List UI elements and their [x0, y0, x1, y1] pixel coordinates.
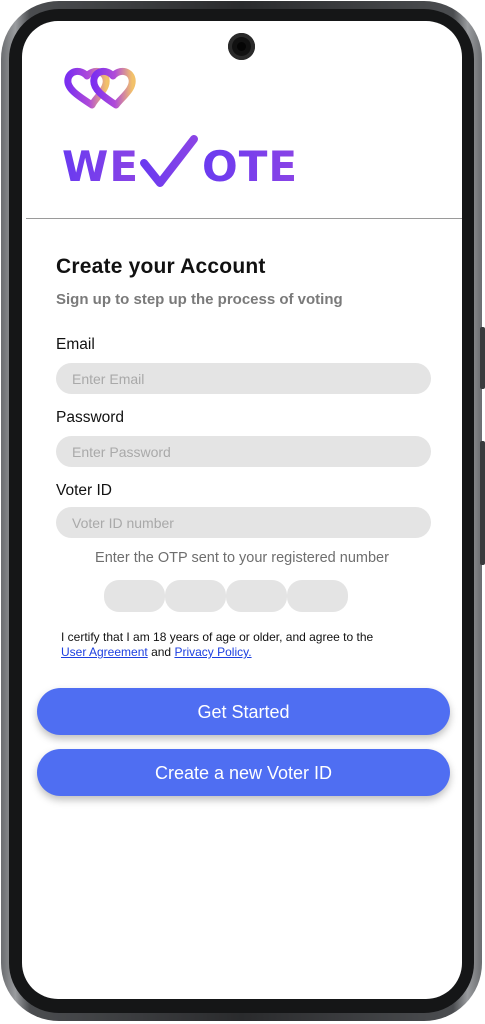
- otp-prompt: Enter the OTP sent to your registered nu…: [95, 550, 389, 566]
- otp-digit-4[interactable]: [287, 580, 348, 612]
- svg-text:WE: WE: [62, 142, 139, 189]
- brand-wordmark: WE OTE: [62, 133, 367, 194]
- password-field[interactable]: [56, 436, 431, 467]
- consent-statement: I certify that I am 18 years of age or o…: [61, 630, 374, 644]
- voter-id-field[interactable]: [56, 507, 431, 538]
- user-agreement-link[interactable]: User Agreement: [61, 645, 148, 659]
- power-button: [480, 441, 485, 565]
- svg-text:OTE: OTE: [202, 142, 298, 189]
- get-started-button[interactable]: Get Started: [37, 688, 450, 735]
- consent-text: I certify that I am 18 years of age or o…: [61, 630, 441, 660]
- voter-id-label: Voter ID: [56, 482, 112, 499]
- email-field[interactable]: [56, 363, 431, 394]
- otp-digit-2[interactable]: [165, 580, 226, 612]
- front-camera: [228, 33, 255, 60]
- header-divider: [26, 218, 462, 219]
- wevote-logo: WE OTE: [62, 135, 298, 191]
- phone-frame: WE OTE Create your Account Sign up to st…: [1, 1, 485, 1021]
- app-screen: WE OTE Create your Account Sign up to st…: [22, 21, 462, 999]
- page-title: Create your Account: [56, 255, 266, 278]
- page-subtitle: Sign up to step up the process of voting: [56, 291, 343, 308]
- otp-digit-1[interactable]: [104, 580, 165, 612]
- privacy-policy-link[interactable]: Privacy Policy.: [174, 645, 251, 659]
- consent-and: and: [151, 645, 172, 659]
- linked-hearts-icon: [64, 68, 136, 109]
- create-voter-id-button[interactable]: Create a new Voter ID: [37, 749, 450, 796]
- otp-digit-3[interactable]: [226, 580, 287, 612]
- password-label: Password: [56, 409, 125, 426]
- volume-button: [480, 327, 485, 389]
- email-label: Email: [56, 336, 95, 353]
